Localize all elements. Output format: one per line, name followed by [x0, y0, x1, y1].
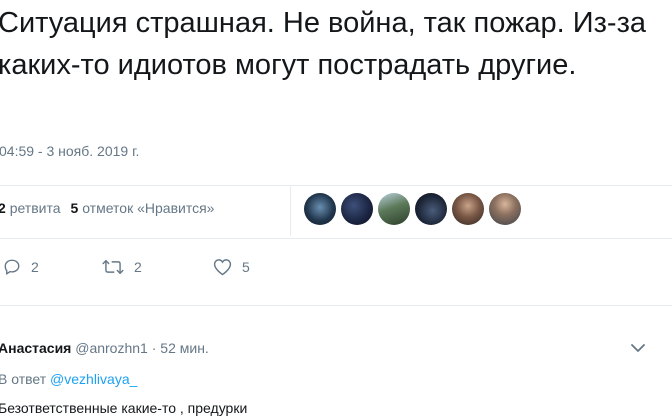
- reply-icon: [3, 258, 21, 276]
- retweets-label: ретвита: [9, 200, 61, 216]
- divider-bottom: [0, 305, 672, 306]
- reply-to-label: В ответ: [0, 371, 47, 387]
- reply-to-line: В ответ @vezhlivaya_: [0, 371, 137, 387]
- reply-button[interactable]: 2: [3, 258, 39, 276]
- retweets-count: 2: [0, 200, 6, 216]
- retweet-icon: [102, 258, 124, 276]
- avatar[interactable]: [415, 193, 447, 225]
- tweet-timestamp[interactable]: 04:59 - 3 нояб. 2019 г.: [0, 143, 139, 159]
- reply-text: Безответственные какие-то , предурки: [0, 400, 248, 416]
- avatar[interactable]: [452, 193, 484, 225]
- divider-middle: [0, 238, 672, 239]
- reply-separator: ·: [151, 340, 157, 356]
- likes-stat[interactable]: 5 отметок «Нравится»: [71, 200, 215, 216]
- like-button[interactable]: 5: [213, 258, 250, 276]
- chevron-down-icon[interactable]: [630, 341, 646, 359]
- avatar[interactable]: [378, 193, 410, 225]
- reply-to-handle[interactable]: @vezhlivaya_: [50, 371, 137, 387]
- reply-time[interactable]: 52 мин.: [160, 340, 209, 356]
- reply-header: Анастасия @anrozhn1 · 52 мин.: [0, 340, 209, 356]
- avatar[interactable]: [341, 193, 373, 225]
- avatar[interactable]: [489, 193, 521, 225]
- reply-author-handle[interactable]: @anrozhn1: [75, 340, 148, 356]
- reply-count: 2: [31, 259, 39, 275]
- tweet-stats: 2 ретвита 5 отметок «Нравится»: [0, 200, 214, 216]
- avatar[interactable]: [304, 193, 336, 225]
- heart-icon: [213, 258, 232, 276]
- reply-author-name[interactable]: Анастасия: [0, 340, 71, 356]
- divider-top: [0, 185, 672, 186]
- retweets-stat[interactable]: 2 ретвита: [0, 200, 61, 216]
- retweet-count: 2: [134, 259, 142, 275]
- retweet-button[interactable]: 2: [102, 258, 142, 276]
- likes-count: 5: [70, 200, 79, 216]
- likers-avatars: [304, 193, 521, 225]
- tweet-text: Ситуация страшная. Не война, так пожар. …: [0, 7, 647, 81]
- stats-separator: [290, 186, 291, 236]
- likes-label: отметок «Нравится»: [82, 200, 215, 216]
- like-count: 5: [242, 259, 250, 275]
